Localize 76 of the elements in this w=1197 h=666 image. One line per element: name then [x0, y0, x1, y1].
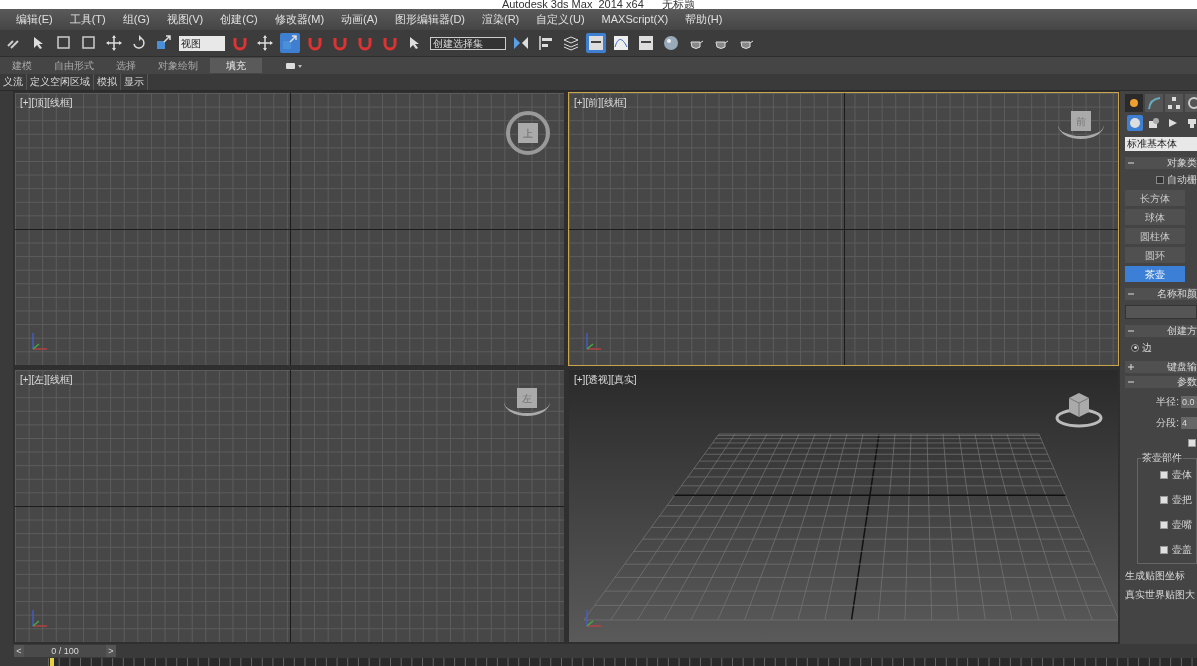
collapse-icon[interactable]	[1127, 159, 1135, 167]
menu-item[interactable]: MAXScript(X)	[601, 11, 669, 28]
next-frame-button[interactable]: >	[106, 645, 116, 657]
checkbox[interactable]	[1160, 470, 1168, 479]
radius-field[interactable]: 0.0	[1181, 395, 1197, 408]
ribbon-panel-button[interactable]: 义流	[0, 74, 27, 90]
object-type-button[interactable]: 球体	[1125, 209, 1185, 225]
manipulate-icon[interactable]	[280, 33, 300, 53]
geometry-icon[interactable]	[1127, 115, 1143, 131]
collapse-icon[interactable]	[1127, 327, 1135, 335]
object-type-button[interactable]: 茶壶	[1125, 266, 1185, 282]
checkbox-label: 真实世界贴图大	[1125, 588, 1195, 602]
viewport-label[interactable]: [+][左][线框]	[20, 372, 73, 387]
checkbox[interactable]	[1160, 545, 1168, 554]
time-slider-thumb[interactable]: 0 / 100	[24, 645, 106, 657]
collapse-icon[interactable]	[1127, 290, 1135, 298]
hierarchy-tab-icon[interactable]	[1165, 94, 1183, 112]
checkbox[interactable]	[1160, 495, 1168, 504]
move-icon[interactable]	[255, 33, 275, 53]
ribbon-panel-button[interactable]: 定义空闲区域	[27, 74, 94, 90]
menu-item[interactable]: 视图(V)	[166, 11, 204, 28]
checkbox[interactable]	[1188, 439, 1196, 447]
radio-label: 边	[1142, 341, 1152, 355]
menu-item[interactable]: 组(G)	[122, 11, 150, 28]
ribbon-tab[interactable]: 自由形式	[44, 58, 104, 73]
object-type-button[interactable]: 长方体	[1125, 190, 1185, 206]
menu-item[interactable]: 创建(C)	[220, 11, 258, 28]
segments-field[interactable]: 4	[1181, 416, 1197, 429]
previous-frame-button[interactable]: <	[14, 645, 24, 657]
category-dropdown[interactable]: 标准基本体	[1125, 137, 1197, 151]
group-title: 茶壶部件	[1141, 452, 1183, 464]
checkbox-label: 壶体	[1172, 468, 1192, 482]
menu-item[interactable]: 渲染(R)	[482, 11, 520, 28]
field-label: 半径:	[1156, 395, 1179, 409]
curve-editor-icon[interactable]	[611, 33, 631, 53]
move-icon[interactable]	[104, 33, 124, 53]
collapse-icon[interactable]	[1127, 378, 1135, 386]
field-label: 分段:	[1156, 416, 1179, 430]
checkbox-label: 自动栅	[1167, 173, 1197, 187]
checkbox-label: 壶盖	[1172, 543, 1192, 557]
schematic-view-icon[interactable]	[636, 33, 656, 53]
viewport-label[interactable]: [+][透视][真实]	[574, 372, 637, 387]
expand-icon[interactable]	[1127, 363, 1135, 371]
selection-set-dropdown[interactable]: 创建选择集	[430, 36, 506, 50]
ribbon-tab[interactable]: 对象绘制	[148, 58, 208, 73]
ribbon-panel-button[interactable]: 显示	[121, 74, 148, 90]
ribbon-tab[interactable]: 选择	[106, 58, 146, 73]
create-tab-icon[interactable]	[1125, 94, 1143, 112]
viewport[interactable]: [+][透视][真实]	[568, 369, 1119, 643]
object-type-button[interactable]: 圆柱体	[1125, 228, 1185, 244]
ribbon-tab[interactable]: 填充	[210, 58, 262, 73]
name-input-field[interactable]	[1125, 305, 1197, 319]
material-editor-icon[interactable]	[661, 33, 681, 53]
checkbox-label: 生成贴图坐标	[1125, 569, 1185, 583]
layer-icon[interactable]	[561, 33, 581, 53]
menu-item[interactable]: 动画(A)	[341, 11, 378, 28]
shapes-icon[interactable]	[1146, 115, 1162, 131]
radio-button[interactable]	[1131, 343, 1139, 352]
checkbox-label: 壶嘴	[1172, 518, 1192, 532]
menu-item[interactable]: 工具(T)	[69, 11, 106, 28]
checkbox-label: 壶把	[1172, 493, 1192, 507]
menu-item[interactable]: 修改器(M)	[274, 11, 325, 28]
reference-coordinate-dropdown[interactable]: 视图	[179, 35, 225, 51]
checkbox[interactable]	[1156, 175, 1164, 184]
timeline-track[interactable]	[48, 658, 1197, 666]
viewport-label[interactable]: [+][前][线框]	[574, 95, 627, 110]
ribbon-tab[interactable]: 建模	[2, 58, 42, 73]
menu-item[interactable]: 图形编辑器(D)	[394, 11, 465, 28]
checkbox[interactable]	[1160, 520, 1168, 529]
menu-item[interactable]: 编辑(E)	[16, 11, 53, 28]
ribbon-panel-button[interactable]: 模拟	[94, 74, 121, 90]
menu-item[interactable]: 帮助(H)	[685, 11, 723, 28]
viewport-label[interactable]: [+][顶][线框]	[20, 95, 73, 110]
scene-explorer-icon[interactable]	[586, 33, 606, 53]
object-type-button[interactable]: 圆环	[1125, 247, 1185, 263]
menu-item[interactable]: 自定义(U)	[536, 11, 585, 28]
